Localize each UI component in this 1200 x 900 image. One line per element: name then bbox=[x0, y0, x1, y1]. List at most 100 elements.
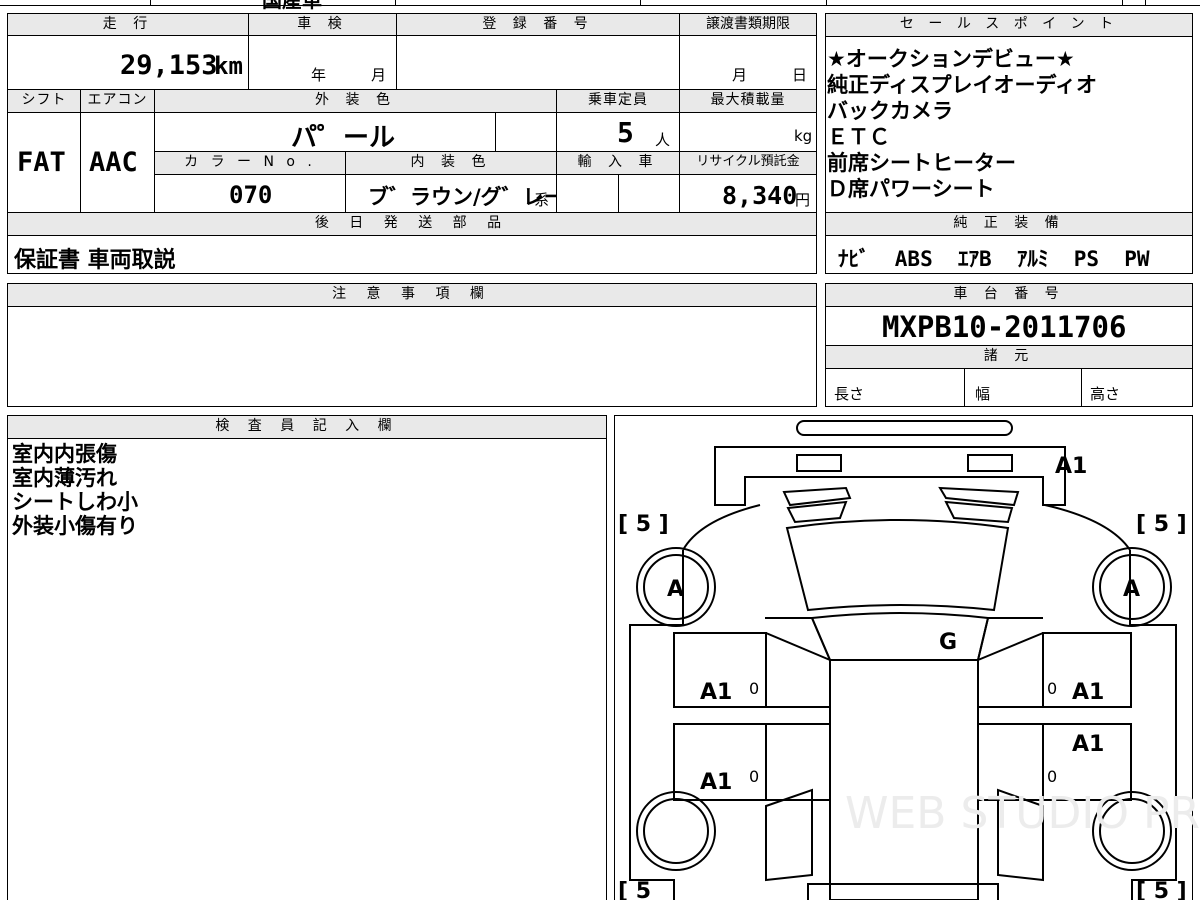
recycle-unit: 円 bbox=[795, 191, 811, 209]
later-shipping-cell: 保証書 車両取説 bbox=[7, 235, 817, 274]
exterior-color-header: 外 装 色 bbox=[154, 89, 557, 113]
sales-point-item: ★オークションデビュー★ bbox=[827, 47, 1075, 71]
watermark: WEB STUDIO PRO bbox=[845, 788, 1200, 839]
fender-left bbox=[682, 504, 761, 551]
notes-header: 注 意 事 項 欄 bbox=[7, 283, 817, 307]
zero-mark: 0 bbox=[1047, 679, 1057, 698]
top-strip bbox=[0, 0, 1200, 6]
roof-front bbox=[810, 612, 990, 661]
import-cell-a bbox=[556, 174, 619, 213]
tire-tread-bottom-left: [ 5 bbox=[618, 879, 651, 900]
later-shipping-header: 後 日 発 送 部 品 bbox=[7, 212, 817, 236]
a-pillar-left bbox=[765, 617, 831, 661]
inspector-header: 検 査 員 記 入 欄 bbox=[7, 415, 607, 439]
genuine-equipment-header: 純 正 装 備 bbox=[825, 212, 1193, 236]
rear-bumper-shape bbox=[807, 883, 999, 900]
shift-cell: FAT bbox=[7, 112, 81, 213]
top-strip-dividers bbox=[150, 0, 151, 6]
chassis-header: 車 台 番 号 bbox=[825, 283, 1193, 307]
interior-color-header: 内 装 色 bbox=[345, 151, 557, 175]
width-cell: 幅 bbox=[964, 368, 1082, 407]
zero-mark: 0 bbox=[749, 679, 759, 698]
color-no-cell: 070 bbox=[154, 174, 346, 213]
max-load-unit: kg bbox=[794, 127, 813, 145]
capacity-unit: 人 bbox=[655, 131, 671, 149]
interior-color-suffix: 系 bbox=[534, 191, 550, 209]
sales-point-item: ＥＴＣ bbox=[827, 125, 890, 149]
exterior-color-value: パ゜ール bbox=[291, 123, 396, 152]
car-diagram: WEB STUDIO PRO [ 5 ] [ 5 ] [ 5 [ 5 ] A A… bbox=[618, 420, 1200, 900]
sales-points-header: セ ー ル ス ポ イ ン ト bbox=[825, 13, 1193, 37]
top-strip-text: 国産車 bbox=[262, 0, 322, 12]
capacity-header: 乗車定員 bbox=[556, 89, 680, 113]
inspector-line: 室内薄汚れ bbox=[12, 466, 117, 490]
inspector-line: 室内内張傷 bbox=[12, 442, 117, 466]
shaken-cell: 年 月 bbox=[248, 35, 397, 90]
wiper-right-2 bbox=[944, 500, 1014, 524]
roof-shape bbox=[829, 659, 979, 900]
mileage-cell: 29,153 km bbox=[7, 35, 249, 90]
rear-glass-left bbox=[765, 788, 813, 882]
chassis-number-cell: MXPB10-2011706 bbox=[825, 306, 1193, 346]
registration-cell bbox=[396, 35, 680, 90]
ac-value: AAC bbox=[89, 147, 138, 178]
shift-header: シフト bbox=[7, 89, 81, 113]
windshield-grade: G bbox=[939, 630, 957, 655]
zero-mark: 0 bbox=[749, 767, 759, 786]
capacity-cell: 5 人 bbox=[556, 112, 680, 152]
fender-right bbox=[1044, 504, 1131, 551]
door-left-front-grade: A1 bbox=[700, 680, 732, 705]
sales-points-list: ★オークションデビュー★ 純正ディスプレイオーディオ バックカメラ ＥＴＣ 前席… bbox=[827, 46, 1191, 212]
mileage-value: 29,153 bbox=[120, 50, 218, 81]
color-no-value: 070 bbox=[229, 181, 273, 209]
max-load-cell: kg bbox=[679, 112, 817, 152]
door-right-front-grade: A1 bbox=[1072, 680, 1104, 705]
tire-tread-bottom-right: [ 5 ] bbox=[1136, 879, 1187, 900]
width-label: 幅 bbox=[975, 385, 991, 403]
wheel-front-right-grade: A bbox=[1123, 577, 1140, 602]
sales-point-item: バックカメラ bbox=[827, 99, 953, 123]
later-shipping-value: 保証書 車両取説 bbox=[14, 248, 176, 273]
recycle-header: リサイクル預託金 bbox=[679, 151, 817, 175]
chassis-number-value: MXPB10-2011706 bbox=[882, 310, 1127, 344]
shaken-month-unit: 月 bbox=[371, 66, 387, 84]
interior-color-value: ブ゛ラウン/グ゛レー bbox=[368, 185, 557, 209]
shift-value: FAT bbox=[17, 147, 66, 178]
length-label: 長さ bbox=[834, 385, 865, 403]
shaken-year-unit: 年 bbox=[311, 66, 327, 84]
exterior-color-extra-cell bbox=[495, 112, 557, 152]
max-load-header: 最大積載量 bbox=[679, 89, 817, 113]
height-cell: 高さ bbox=[1081, 368, 1193, 407]
windshield-shape bbox=[785, 519, 1010, 612]
ac-header: エアコン bbox=[80, 89, 155, 113]
specs-header: 諸 元 bbox=[825, 345, 1193, 369]
import-header: 輸 入 車 bbox=[556, 151, 680, 175]
sales-point-item: 前席シートヒーター bbox=[827, 151, 1016, 175]
mileage-unit: km bbox=[214, 52, 243, 80]
wheel-front-left-grade: A bbox=[667, 577, 684, 602]
front-bumper-shape bbox=[796, 420, 1013, 436]
exterior-color-cell: パ゜ール bbox=[154, 112, 496, 152]
door-right-rear-grade: A1 bbox=[1072, 732, 1104, 757]
tire-tread-top-right: [ 5 ] bbox=[1136, 512, 1187, 537]
inspector-line: 外装小傷有り bbox=[12, 514, 138, 538]
door-left-glass bbox=[765, 632, 831, 801]
front-right-corner-grade: A1 bbox=[1055, 454, 1087, 479]
wheel-rear-left-inner bbox=[643, 798, 709, 864]
capacity-value: 5 bbox=[617, 116, 634, 149]
recycle-cell: 8,340 円 bbox=[679, 174, 817, 213]
tire-tread-top-left: [ 5 ] bbox=[618, 512, 669, 537]
genuine-equipment-cell: ﾅﾋﾞ ABS ｴｱB ｱﾙﾐ PS PW bbox=[825, 235, 1193, 274]
interior-color-cell: ブ゛ラウン/グ゛レー 系 bbox=[345, 174, 557, 213]
import-cell-b bbox=[618, 174, 680, 213]
height-label: 高さ bbox=[1090, 385, 1121, 403]
recycle-value: 8,340 bbox=[722, 181, 798, 210]
shaken-header: 車 検 bbox=[248, 13, 397, 36]
ac-cell: AAC bbox=[80, 112, 155, 213]
inspector-notes: 室内内張傷 室内薄汚れ シートしわ小 外装小傷有り bbox=[12, 442, 592, 538]
genuine-equipment-value: ﾅﾋﾞ ABS ｴｱB ｱﾙﾐ PS PW bbox=[838, 247, 1150, 271]
door-right-glass bbox=[977, 632, 1044, 801]
inspector-line: シートしわ小 bbox=[12, 490, 138, 514]
headlight-left bbox=[796, 454, 842, 472]
zero-mark: 0 bbox=[1047, 767, 1057, 786]
